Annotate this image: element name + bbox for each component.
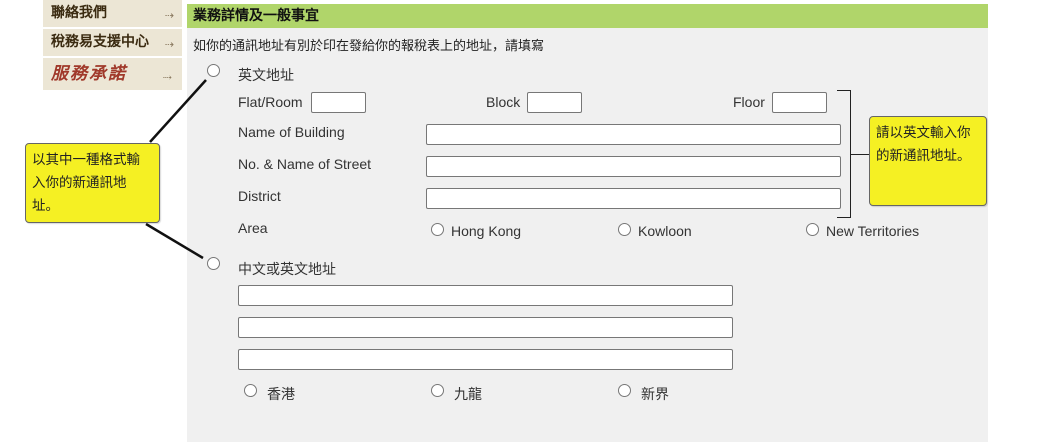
callout-address-format-hint: 以其中一種格式輸入你的新通訊地址。 [25, 143, 160, 223]
sidebar-item-service-pledge[interactable]: 服務承諾 ⇢ [43, 58, 182, 92]
area-option-label: Kowloon [638, 223, 692, 239]
area-option-label: 香港 [267, 387, 295, 403]
area-option-label: Hong Kong [451, 223, 522, 239]
building-input[interactable] [426, 124, 841, 145]
chinese-address-radio[interactable] [207, 257, 220, 270]
arrow-icon: ⇢ [164, 9, 174, 22]
district-label: District [238, 188, 281, 204]
sidebar-item-label: 服務承諾 [51, 64, 127, 84]
bracket-pointer [851, 154, 869, 155]
arrow-icon: ⇢ [164, 38, 174, 51]
chinese-address-label: 中文或英文地址 [238, 262, 336, 278]
area-radio-new-territories-zh[interactable] [618, 384, 631, 397]
area-radio-hong-kong[interactable] [431, 223, 444, 236]
sidebar-item-label: 聯絡我們 [51, 5, 107, 21]
sidebar-item-etax-support[interactable]: 稅務易支援中心 ⇢ [43, 29, 182, 58]
floor-label: Floor [733, 94, 765, 110]
block-label: Block [486, 94, 521, 110]
section-title: 業務詳情及一般事宜 [187, 4, 988, 28]
flat-label: Flat/Room [238, 94, 303, 110]
area-option-label: 新界 [641, 387, 669, 403]
district-input[interactable] [426, 188, 841, 209]
instruction-text: 如你的通訊地址有別於印在發給你的報稅表上的地址，請填寫 [193, 39, 545, 54]
sidebar-item-contact-us[interactable]: 聯絡我們 ⇢ [43, 0, 182, 29]
street-input[interactable] [426, 156, 841, 177]
block-input[interactable] [527, 92, 582, 113]
area-radio-hong-kong-zh[interactable] [244, 384, 257, 397]
english-address-radio[interactable] [207, 64, 220, 77]
area-label: Area [238, 220, 268, 236]
sidebar: 聯絡我們 ⇢ 稅務易支援中心 ⇢ 服務承諾 ⇢ [43, 0, 182, 92]
area-radio-kowloon-zh[interactable] [431, 384, 444, 397]
street-label: No. & Name of Street [238, 156, 372, 172]
business-details-panel: 業務詳情及一般事宜 如你的通訊地址有別於印在發給你的報稅表上的地址，請填寫 英文… [187, 4, 988, 442]
flat-input[interactable] [311, 92, 366, 113]
area-radio-kowloon[interactable] [618, 223, 631, 236]
building-label: Name of Building [238, 124, 345, 140]
area-option-label: 九龍 [454, 387, 482, 403]
english-fields-bracket [837, 90, 851, 218]
arrow-icon: ⇢ [162, 71, 174, 84]
floor-input[interactable] [772, 92, 827, 113]
english-address-label: 英文地址 [238, 68, 294, 84]
address-line-3-input[interactable] [238, 349, 733, 370]
address-line-2-input[interactable] [238, 317, 733, 338]
address-line-1-input[interactable] [238, 285, 733, 306]
callout-english-hint: 請以英文輸入你的新通訊地址。 [869, 116, 987, 206]
sidebar-item-label: 稅務易支援中心 [51, 34, 149, 50]
area-radio-new-territories[interactable] [806, 223, 819, 236]
area-option-label: New Territories [826, 223, 920, 239]
